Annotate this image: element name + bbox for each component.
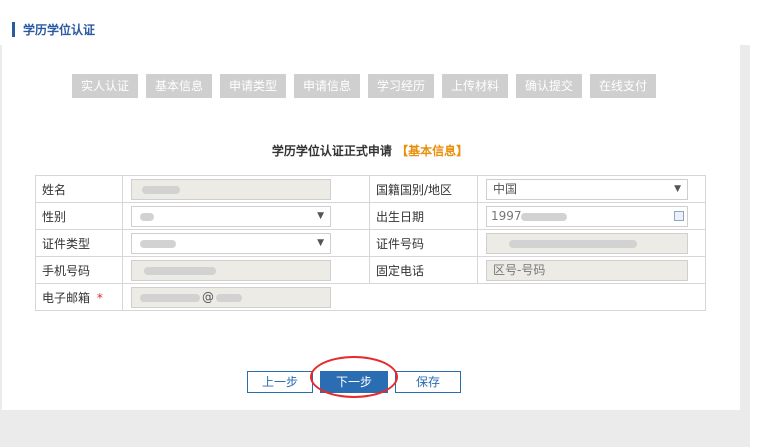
telephone-field[interactable]: 区号-号码 [486,259,688,281]
step-confirm: 确认提交 [516,74,582,98]
form-title-text: 学历学位认证正式申请 [271,144,392,158]
birth-date-visible-part: 1997 [491,208,522,223]
gender-label: 性别 [35,202,123,230]
form-title-highlight: 【基本信息】 [396,144,469,158]
chevron-down-icon: ▼ [674,183,681,194]
form-row: 证件类型 ▼ 证件号码 [35,229,706,257]
step-study-history: 学习经历 [368,74,434,98]
telephone-label: 固定电话 [369,256,478,284]
form-row: 姓名 国籍国别/地区 中国 ▼ [35,175,706,203]
blurred-value [144,266,216,275]
id-number-label: 证件号码 [369,229,478,257]
red-highlight-circle [310,356,398,398]
chevron-down-icon: ▼ [317,237,324,248]
title-accent-bar [12,21,15,37]
chevron-down-icon: ▼ [317,210,324,221]
name-field[interactable] [131,178,331,200]
step-upload: 上传材料 [442,74,508,98]
step-apply-info: 申请信息 [294,74,360,98]
step-apply-type: 申请类型 [220,74,286,98]
nationality-label: 国籍国别/地区 [369,175,478,203]
blurred-value [140,293,200,302]
email-at-sign: @ [202,289,214,304]
phone-label: 手机号码 [35,256,123,284]
step-basic-info: 基本信息 [146,74,212,98]
blurred-value [521,212,567,221]
id-number-field[interactable] [486,232,688,254]
email-label: 电子邮箱 [42,290,91,305]
blurred-value [140,212,154,221]
page-header: 学历学位认证 [0,0,765,45]
blurred-value [509,239,637,248]
prev-step-button[interactable]: 上一步 [247,371,313,393]
calendar-icon[interactable] [674,210,684,221]
form-row: 性别 ▼ 出生日期 1997 [35,202,706,230]
step-payment: 在线支付 [590,74,656,98]
step-real-name: 实人认证 [72,74,138,98]
gender-select[interactable]: ▼ [131,205,331,227]
scrollbar-track[interactable] [750,0,765,447]
required-marker: * [96,290,103,305]
email-field[interactable]: @ [131,286,331,308]
step-nav: 实人认证 基本信息 申请类型 申请信息 学习经历 上传材料 确认提交 在线支付 [72,74,656,98]
blurred-value [142,185,180,194]
birth-date-label: 出生日期 [369,202,478,230]
page-title-text: 学历学位认证 [23,22,96,37]
form-title: 学历学位认证正式申请 【基本信息】 [0,142,740,159]
phone-field[interactable] [131,259,331,281]
id-type-label: 证件类型 [35,229,123,257]
basic-info-form: 姓名 国籍国别/地区 中国 ▼ 性别 ▼ 出生日期 1997 证件类型 ▼ 证件… [35,175,706,311]
form-row: 电子邮箱 * @ [35,283,706,311]
nationality-select[interactable]: 中国 ▼ [486,178,688,200]
nationality-value: 中国 [493,181,518,196]
blurred-value [216,293,242,302]
id-type-select[interactable]: ▼ [131,232,331,254]
telephone-placeholder: 区号-号码 [493,262,546,277]
page-title: 学历学位认证 [12,20,95,38]
blurred-value [140,239,176,248]
form-row: 手机号码 固定电话 区号-号码 [35,256,706,284]
birth-date-field[interactable]: 1997 [486,205,688,227]
save-button[interactable]: 保存 [395,371,461,393]
name-label: 姓名 [35,175,123,203]
